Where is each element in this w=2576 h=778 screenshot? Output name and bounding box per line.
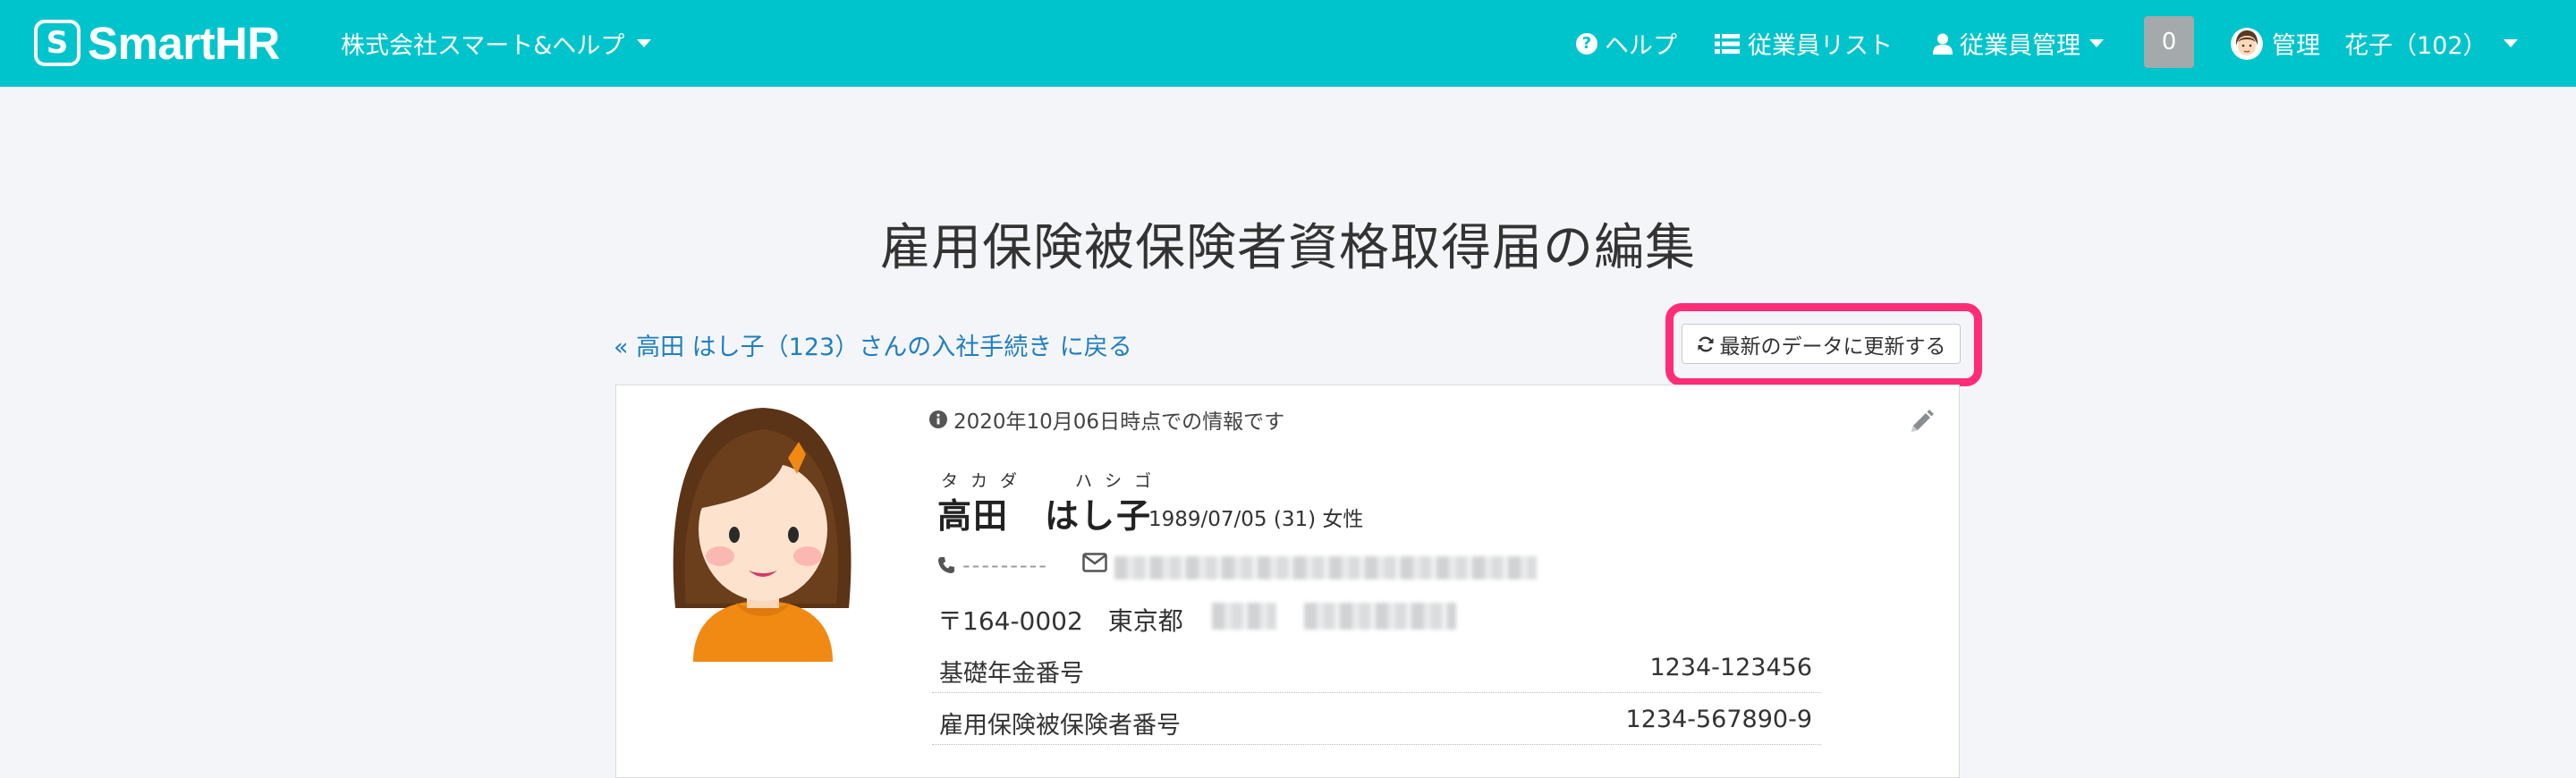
info-circle-icon — [929, 410, 947, 428]
smarthr-logo[interactable]: S SmartHR — [34, 17, 280, 69]
phone-number: --------- — [962, 553, 1048, 578]
data-timestamp-note: 2020年10月06日時点での情報です — [928, 404, 1284, 435]
pension-number-value: 1234-123456 — [1649, 654, 1812, 681]
address-redacted-1 — [1212, 603, 1276, 630]
employee-list-link[interactable]: 従業員リスト — [1715, 0, 1893, 87]
help-label: ヘルプ — [1605, 32, 1677, 60]
pension-number-label: 基礎年金番号 — [939, 660, 1084, 688]
chevron-down-icon — [637, 39, 652, 47]
employee-name: 高田 はし子 — [937, 496, 1153, 536]
logo-mark-icon: S — [34, 20, 80, 66]
employee-admin-menu[interactable]: 従業員管理 — [1933, 0, 2104, 87]
phone-icon — [938, 557, 954, 573]
data-timestamp-text: 2020年10月06日時点での情報です — [953, 410, 1285, 434]
employee-admin-label: 従業員管理 — [1960, 32, 2080, 60]
chevron-down-icon — [2089, 39, 2104, 47]
info-row-pension-number: 基礎年金番号 1234-123456 — [932, 642, 1821, 693]
phone-info: --------- — [937, 553, 1048, 578]
user-name: 管理 花子（102） — [2272, 32, 2487, 60]
page-title: 雇用保険被保険者資格取得届の編集 — [880, 219, 1696, 277]
birth-age-gender: 1989/07/05 (31) 女性 — [1148, 508, 1364, 531]
postal-address: 〒164-0002 東京都 — [937, 606, 1183, 636]
edit-pencil-icon[interactable] — [1908, 409, 1935, 436]
back-to-onboarding-link[interactable]: « 高田 はし子（123）さんの入社手続き に戻る — [614, 327, 1132, 362]
employee-list-label: 従業員リスト — [1748, 32, 1893, 60]
insurance-number-label: 雇用保険被保険者番号 — [939, 712, 1181, 740]
email-info — [1082, 553, 1114, 572]
user-menu[interactable]: 管理 花子（102） — [2231, 0, 2518, 87]
insurance-number-value: 1234-567890-9 — [1625, 706, 1812, 733]
top-navigation-bar: S SmartHR 株式会社スマート&ヘルプ ? ヘルプ 従業員リスト 従業員管… — [0, 0, 2576, 87]
refresh-data-button[interactable]: 最新のデータに更新する — [1682, 324, 1961, 364]
help-link[interactable]: ? ヘルプ — [1576, 0, 1677, 87]
question-circle-icon: ? — [1576, 32, 1597, 55]
list-icon — [1715, 33, 1740, 54]
chevron-down-icon — [2503, 39, 2518, 47]
notification-badge[interactable]: 0 — [2144, 16, 2194, 68]
logo-text: SmartHR — [88, 17, 280, 69]
user-avatar — [2231, 27, 2263, 60]
company-name: 株式会社スマート&ヘルプ — [341, 32, 625, 60]
refresh-icon — [1698, 336, 1713, 351]
employee-illustration — [673, 408, 852, 662]
email-redacted — [1114, 556, 1537, 579]
envelope-icon — [1082, 553, 1107, 572]
company-switcher[interactable]: 株式会社スマート&ヘルプ — [341, 0, 652, 87]
info-row-insurance-number: 雇用保険被保険者番号 1234-567890-9 — [932, 694, 1821, 745]
refresh-button-label: 最新のデータに更新する — [1719, 334, 1946, 359]
address-redacted-2 — [1304, 603, 1456, 630]
user-icon — [1933, 33, 1953, 55]
